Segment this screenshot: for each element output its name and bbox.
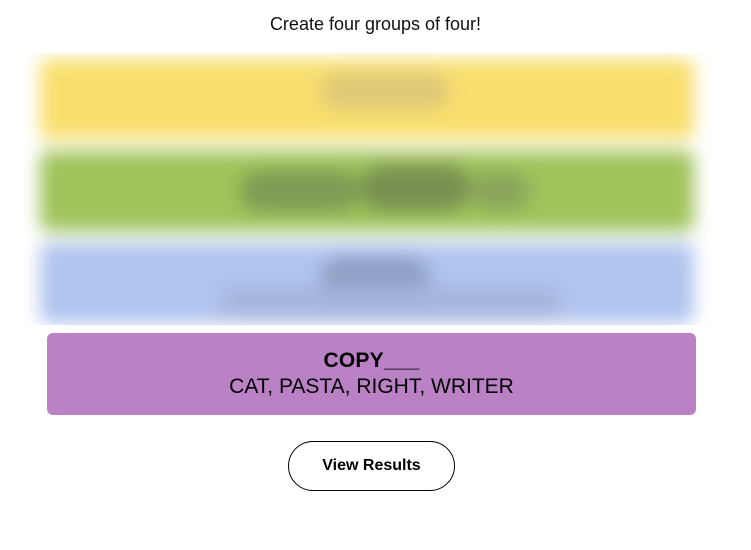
- hidden-group-green-blot-2: [360, 165, 470, 211]
- view-results-button[interactable]: View Results: [288, 441, 455, 491]
- solved-group-members: CAT, PASTA, RIGHT, WRITER: [229, 375, 514, 398]
- hidden-group-blue-blot-2: [220, 287, 560, 317]
- connections-game: Create four groups of four! COPY___ CAT,…: [0, 0, 751, 550]
- hidden-group-yellow-blot: [320, 73, 450, 109]
- hidden-group-green-blot-3: [470, 173, 530, 209]
- blurred-groups-board: [22, 53, 712, 325]
- solved-group-title: COPY___: [323, 349, 420, 372]
- hidden-group-green: [40, 151, 694, 231]
- solved-group-purple: COPY___ CAT, PASTA, RIGHT, WRITER: [47, 333, 696, 415]
- hidden-group-yellow: [40, 59, 694, 139]
- blurred-groups-layer: [22, 53, 712, 325]
- hidden-group-green-blot-1: [240, 171, 360, 211]
- instructions-text: Create four groups of four!: [269, 14, 482, 34]
- hidden-group-blue: [40, 243, 694, 323]
